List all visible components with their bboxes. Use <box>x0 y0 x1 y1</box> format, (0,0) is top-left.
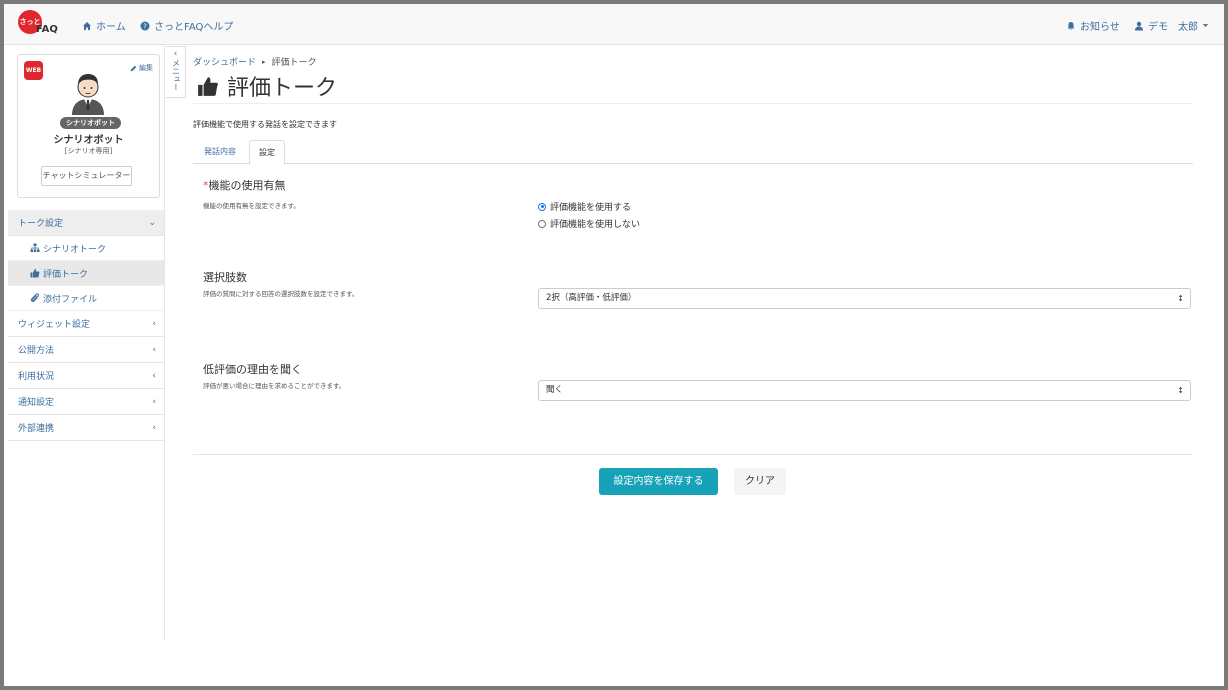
radio-not-use-feature[interactable]: 評価機能を使用しない <box>538 217 640 230</box>
sidebar-item-notifications[interactable]: 通知設定 ‹ <box>8 389 164 415</box>
edit-profile-link[interactable]: 編集 <box>130 63 153 73</box>
low-rating-reason-label: 低評価の理由を聞く <box>203 363 302 376</box>
sidebar-subitem-label: 評価トーク <box>43 269 89 280</box>
question-circle-icon: ? <box>140 21 150 30</box>
svg-text:?: ? <box>143 22 147 30</box>
radio-button-unchecked[interactable] <box>538 219 546 228</box>
chevron-left-icon: ‹ <box>152 318 156 329</box>
user-icon <box>1135 21 1143 30</box>
choices-count-value: 2択（高評価・低評価） <box>546 293 637 303</box>
sidebar-subitem-rating-talk[interactable]: 評価トーク <box>8 261 164 286</box>
clear-button[interactable]: クリア <box>734 468 786 495</box>
nav-help-label: さっとFAQヘルプ <box>154 22 234 33</box>
breadcrumb-dashboard[interactable]: ダッシュボード <box>193 55 256 68</box>
chevron-left-icon: ‹ <box>152 344 156 355</box>
menu-collapse-toggle[interactable]: ‹ メニュー <box>166 46 186 98</box>
breadcrumb: ダッシュボード ▸ 評価トーク <box>193 55 317 69</box>
sidebar-item-label: 公開方法 <box>18 346 55 356</box>
nav-help-link[interactable]: ? さっとFAQヘルプ <box>140 18 233 33</box>
radio-use-feature-label: 評価機能を使用する <box>550 203 632 213</box>
menu-toggle-label: メニュー <box>171 59 181 91</box>
thumbs-up-icon <box>198 77 218 96</box>
sidebar-item-label: ウィジェット設定 <box>18 320 91 330</box>
bell-icon <box>1067 21 1075 30</box>
pencil-icon <box>130 65 137 71</box>
page-description: 評価機能で使用する発話を設定できます <box>193 120 337 129</box>
low-rating-reason-select[interactable]: 聞く ↕ <box>538 380 1191 401</box>
chevron-left-icon: ‹ <box>152 396 156 407</box>
sidebar-item-publish[interactable]: 公開方法 ‹ <box>8 337 164 363</box>
caret-down-icon <box>1202 24 1209 27</box>
sidebar-item-widget-settings[interactable]: ウィジェット設定 ‹ <box>8 311 164 337</box>
bot-subtitle: [シナリオ専用] <box>64 147 113 155</box>
bot-profile-card: WEB 編集 シナリオボット シナリオボット [シナリオ専用] チャットシミュレ… <box>17 54 160 198</box>
page-title: 評価トーク <box>197 70 337 102</box>
paperclip-icon <box>30 293 39 302</box>
home-icon <box>83 21 91 30</box>
bot-name: シナリオボット <box>53 135 124 146</box>
tab-content[interactable]: 発話内容 <box>195 140 245 164</box>
divider <box>193 454 1193 455</box>
breadcrumb-separator-icon: ▸ <box>262 57 266 66</box>
select-caret-icon: ↕ <box>1177 386 1184 395</box>
choices-count-select[interactable]: 2択（高評価・低評価） ↕ <box>538 288 1191 309</box>
sidebar-subitem-scenario-talk[interactable]: シナリオトーク <box>8 236 164 261</box>
chevron-left-icon: ‹ <box>152 422 156 433</box>
low-rating-reason-value: 聞く <box>546 385 564 395</box>
tab-settings[interactable]: 設定 <box>249 140 285 165</box>
sitemap-icon <box>30 243 40 252</box>
nav-home-link[interactable]: ホーム <box>82 18 126 33</box>
app-logo[interactable]: さっと FAQ <box>18 10 64 40</box>
page-title-text: 評価トーク <box>227 76 338 101</box>
chevron-left-icon: ‹ <box>173 49 178 59</box>
bot-avatar <box>72 74 104 115</box>
top-navbar: さっと FAQ ホーム ? さっとFAQヘルプ お知らせ デモ 太郎 <box>4 4 1224 45</box>
sidebar: WEB 編集 シナリオボット シナリオボット [シナリオ専用] チャットシミュレ… <box>8 45 165 640</box>
chevron-down-icon: ⌄ <box>148 217 156 228</box>
choices-count-label: 選択肢数 <box>203 271 247 284</box>
radio-button-checked[interactable] <box>538 202 546 211</box>
nav-home-label: ホーム <box>96 22 126 33</box>
breadcrumb-current: 評価トーク <box>271 58 317 68</box>
divider <box>193 103 1193 104</box>
save-settings-button[interactable]: 設定内容を保存する <box>599 468 718 495</box>
app-frame: さっと FAQ ホーム ? さっとFAQヘルプ お知らせ デモ 太郎 WEB 編… <box>0 0 1228 690</box>
nav-notice-label: お知らせ <box>1080 22 1120 33</box>
web-badge: WEB <box>24 61 43 80</box>
sidebar-item-label: トーク設定 <box>18 219 64 229</box>
sidebar-item-label: 利用状況 <box>18 372 55 382</box>
sidebar-subitem-label: 添付ファイル <box>43 294 98 305</box>
low-rating-reason-help: 評価が悪い場合に理由を求めることができます。 <box>203 382 346 390</box>
user-menu[interactable]: デモ 太郎 <box>1134 18 1209 33</box>
radio-not-use-feature-label: 評価機能を使用しない <box>550 220 641 230</box>
radio-use-feature[interactable]: 評価機能を使用する <box>538 200 631 213</box>
bot-type-badge: シナリオボット <box>60 117 121 129</box>
chat-simulator-button[interactable]: チャットシミュレーター <box>41 166 132 186</box>
sidebar-item-label: 通知設定 <box>18 398 55 408</box>
user-name: デモ 太郎 <box>1148 22 1198 33</box>
sidebar-menu: トーク設定 ⌄ シナリオトーク 評価トーク 添付ファイル ウィジェット設定 ‹ … <box>8 210 164 441</box>
sidebar-item-usage[interactable]: 利用状況 ‹ <box>8 363 164 389</box>
tab-bar: 発話内容 設定 <box>193 140 1193 165</box>
logo-text: FAQ <box>36 24 58 35</box>
sidebar-item-integrations[interactable]: 外部連携 ‹ <box>8 415 164 441</box>
feature-usage-help: 機能の使用有無を設定できます。 <box>203 202 300 210</box>
select-caret-icon: ↕ <box>1177 294 1184 303</box>
sidebar-subitem-attachments[interactable]: 添付ファイル <box>8 286 164 311</box>
sidebar-subitem-label: シナリオトーク <box>43 244 107 255</box>
thumbs-up-icon <box>30 269 40 278</box>
feature-usage-label-text: 機能の使用有無 <box>208 179 286 192</box>
chevron-left-icon: ‹ <box>152 370 156 381</box>
sidebar-item-label: 外部連携 <box>18 424 55 434</box>
nav-notice-link[interactable]: お知らせ <box>1066 18 1120 33</box>
sidebar-item-talk-settings[interactable]: トーク設定 ⌄ <box>8 210 164 236</box>
edit-label: 編集 <box>139 64 153 72</box>
feature-usage-label: *機能の使用有無 <box>203 177 286 193</box>
choices-count-help: 評価の質問に対する回答の選択肢数を設定できます。 <box>203 290 359 298</box>
